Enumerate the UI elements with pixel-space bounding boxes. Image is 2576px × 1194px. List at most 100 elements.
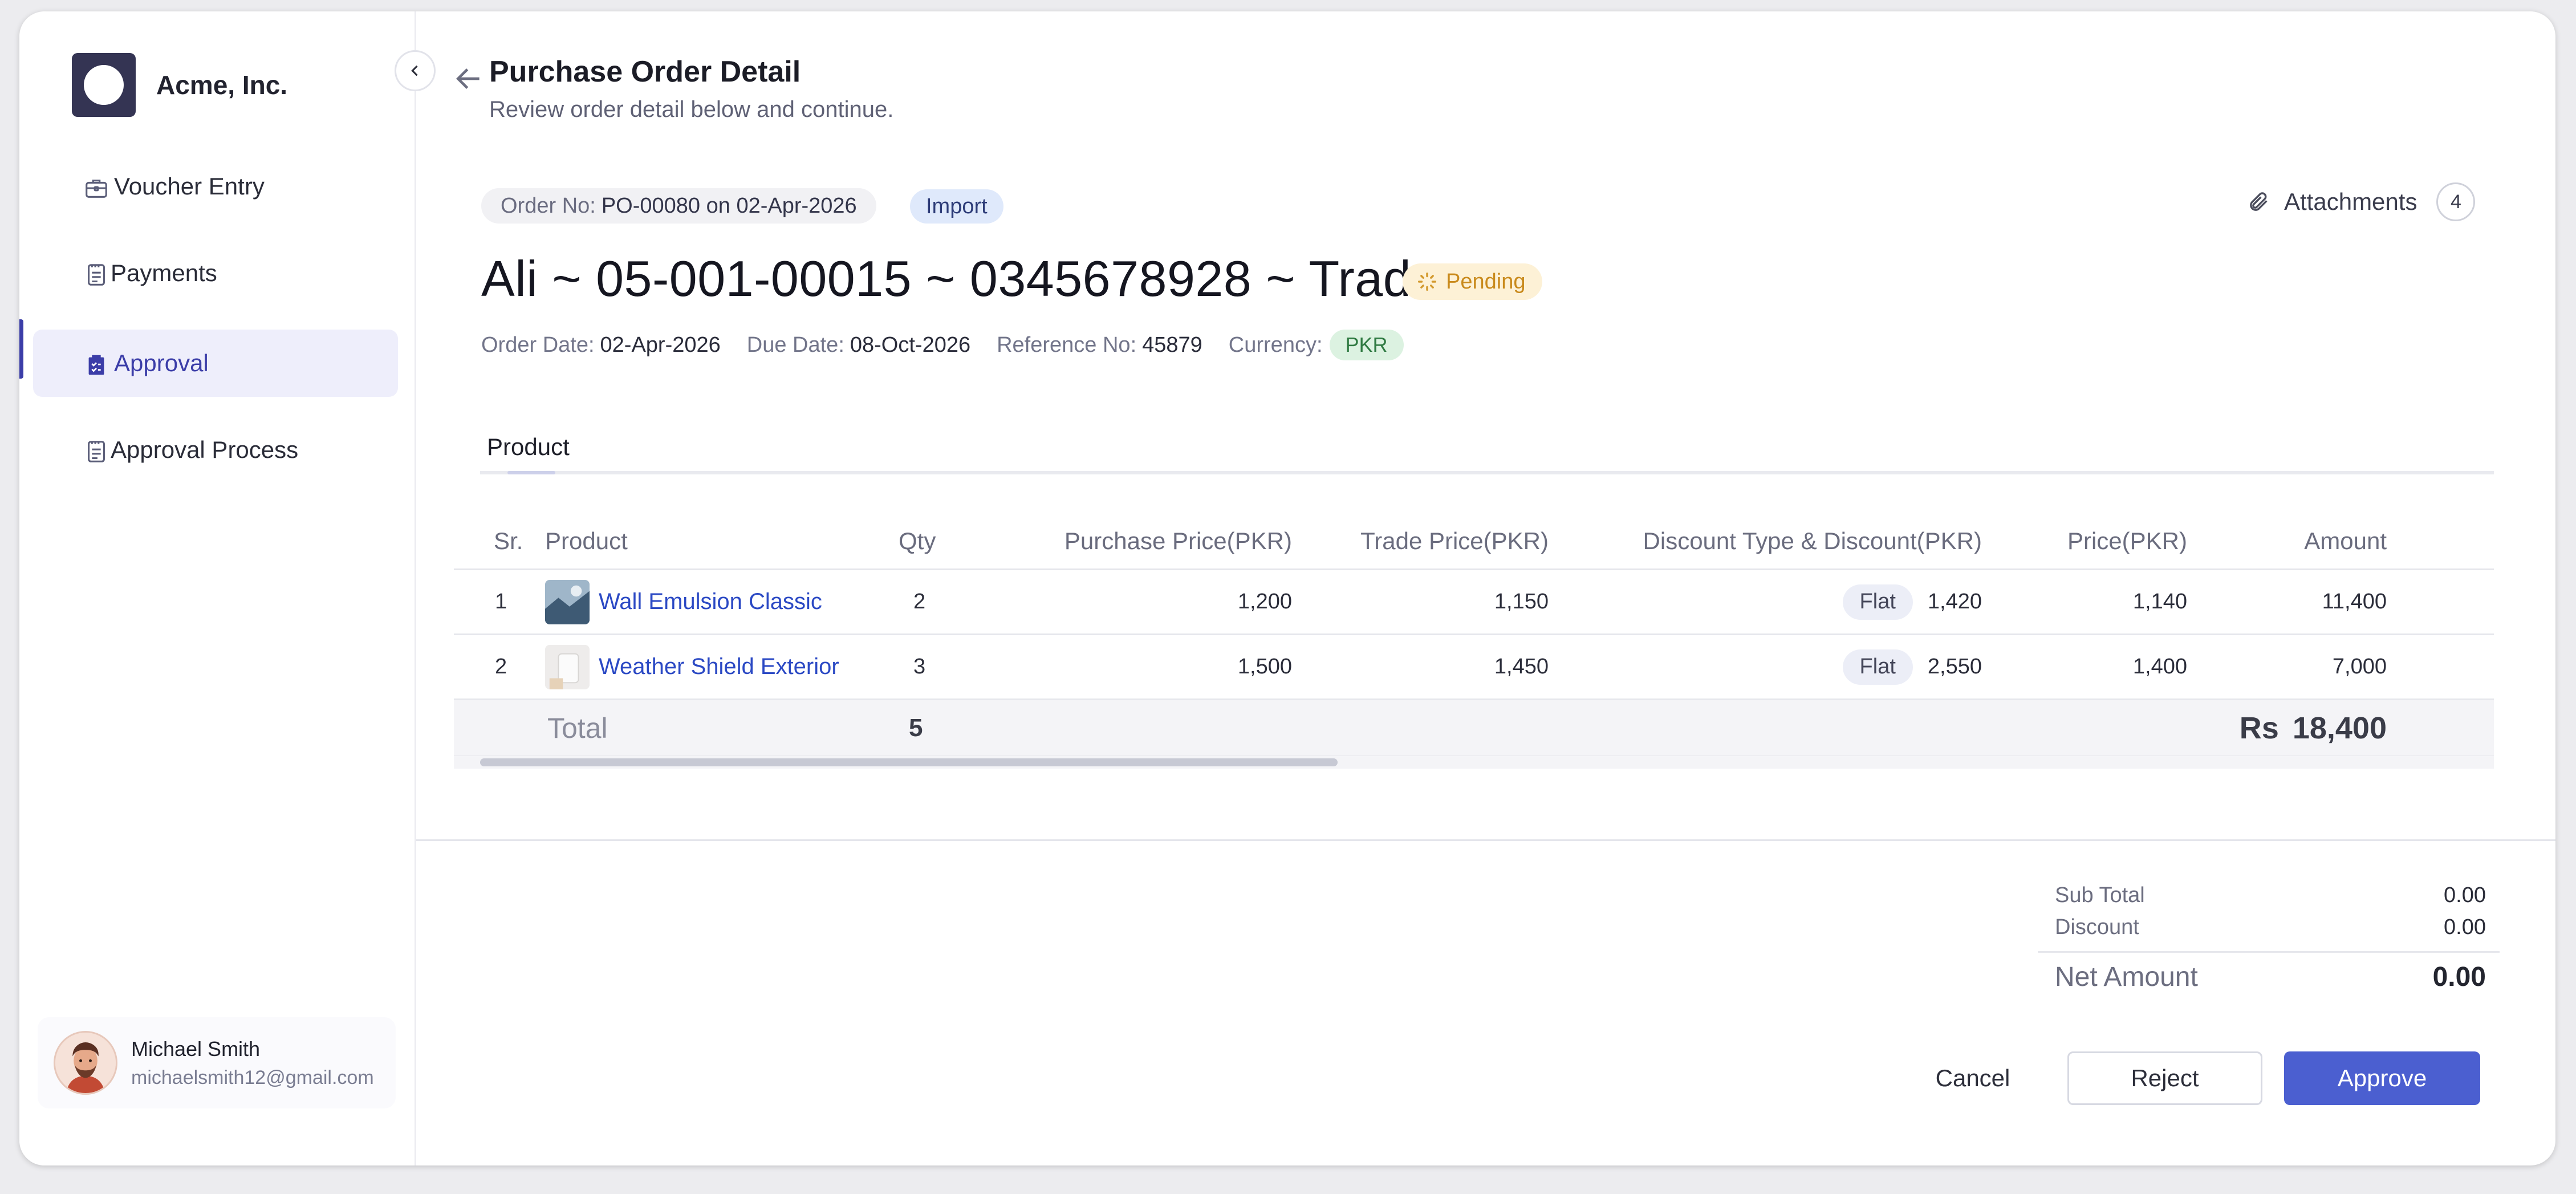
- total-amount: Rs 18,400: [2107, 700, 2387, 756]
- paperclip-icon: [2250, 192, 2268, 211]
- order-no-label: Order No:: [501, 193, 596, 218]
- horizontal-scrollbar[interactable]: [480, 758, 1338, 766]
- user-profile[interactable]: Michael Smith michaelsmith12@gmail.com: [38, 1017, 396, 1108]
- col-discount: Discount Type & Discount(PKR): [1643, 527, 1982, 554]
- cell-trade-price: 1,450: [1494, 655, 1549, 679]
- cell-product: Weather Shield Exterior: [545, 635, 839, 698]
- cancel-button[interactable]: Cancel: [1916, 1051, 2030, 1105]
- discount-total-value: 0.00: [2444, 915, 2486, 939]
- order-date-label: Order Date:: [481, 332, 595, 357]
- total-amount-value: 18,400: [2292, 710, 2387, 745]
- col-amount: Amount: [2304, 527, 2387, 554]
- sidebar-item-voucher-entry[interactable]: Voucher Entry: [33, 153, 398, 220]
- col-sr: Sr.: [494, 527, 523, 554]
- net-amount-label: Net Amount: [2055, 961, 2198, 992]
- col-trade-price: Trade Price(PKR): [1360, 527, 1549, 554]
- tab-underline: [480, 471, 2494, 474]
- order-no-value: PO-00080 on 02-Apr-2026: [601, 193, 857, 218]
- cell-price: 1,140: [2132, 590, 2187, 614]
- order-number-chip: Order No: PO-00080 on 02-Apr-2026: [481, 188, 876, 224]
- order-meta: Order Date: 02-Apr-2026 Due Date: 08-Oct…: [481, 330, 1404, 360]
- cell-qty: 2: [913, 590, 926, 614]
- sidebar-item-approval[interactable]: Approval: [33, 330, 398, 397]
- discount-type-badge: Flat: [1842, 584, 1913, 620]
- page-title: Purchase Order Detail: [489, 55, 801, 88]
- net-amount-row: Net Amount 0.00: [2038, 953, 2500, 1001]
- collapse-sidebar-button[interactable]: [395, 50, 436, 91]
- loader-icon: [1418, 273, 1436, 291]
- back-arrow-icon[interactable]: [453, 63, 485, 95]
- reference-label: Reference No:: [997, 332, 1137, 357]
- document-icon: [88, 441, 105, 462]
- sidebar-item-label: Approval: [114, 350, 209, 376]
- section-divider: [416, 839, 2555, 841]
- order-summary: Sub Total 0.00 Discount 0.00 Net Amount …: [2038, 879, 2500, 1001]
- cell-purchase-price: 1,500: [1237, 655, 1292, 679]
- product-thumbnail: [545, 644, 590, 689]
- cell-qty: 3: [913, 655, 926, 679]
- cell-discount: Flat 2,550: [1571, 635, 1982, 698]
- avatar: [54, 1031, 117, 1095]
- currency-label: Currency:: [1228, 332, 1323, 357]
- total-label: Total: [547, 712, 608, 744]
- discount-label: Discount: [2055, 915, 2139, 939]
- briefcase-icon: [86, 180, 107, 198]
- cell-sr: 1: [495, 590, 507, 614]
- product-link[interactable]: Wall Emulsion Classic: [599, 589, 822, 615]
- tab-active-indicator: [507, 471, 555, 474]
- user-name: Michael Smith: [131, 1037, 261, 1061]
- col-purchase-price: Purchase Price(PKR): [1064, 527, 1292, 554]
- net-amount-value: 0.00: [2432, 961, 2486, 992]
- document-icon: [88, 264, 105, 286]
- sidebar-item-approval-process[interactable]: Approval Process: [33, 416, 398, 484]
- order-type-badge: Import: [910, 189, 1003, 224]
- sub-total-value: 0.00: [2444, 883, 2486, 907]
- table-row: 2 Weather Shield Exterior 3 1,500 1,450 …: [454, 635, 2494, 700]
- sidebar-item-label: Payments: [111, 259, 217, 286]
- col-product: Product: [545, 527, 628, 554]
- attachments-label: Attachments: [2284, 188, 2417, 215]
- discount-row: Discount 0.00: [2038, 911, 2500, 943]
- reference-no: 45879: [1142, 332, 1202, 357]
- brand-logo: [72, 53, 136, 117]
- cell-purchase-price: 1,200: [1237, 590, 1292, 614]
- sidebar: Acme, Inc. Voucher Entry Payments Approv…: [19, 11, 416, 1165]
- clipboard-check-icon: [88, 355, 104, 375]
- product-table: Sr. Product Qty Purchase Price(PKR) Trad…: [454, 513, 2494, 757]
- product-link[interactable]: Weather Shield Exterior: [599, 654, 839, 680]
- approve-button[interactable]: Approve: [2284, 1051, 2480, 1105]
- order-date: 02-Apr-2026: [600, 332, 721, 357]
- active-indicator: [19, 319, 23, 379]
- attachments-button[interactable]: Attachments 4: [2248, 182, 2476, 221]
- brand: Acme, Inc.: [72, 53, 287, 117]
- chevron-left-icon: [411, 65, 418, 76]
- status-badge: Pending: [1403, 263, 1543, 300]
- discount-value: 1,420: [1927, 590, 1982, 614]
- col-price: Price(PKR): [2067, 527, 2187, 554]
- sidebar-item-payments[interactable]: Payments: [33, 239, 398, 307]
- sub-total-row: Sub Total 0.00: [2038, 879, 2500, 911]
- discount-value: 2,550: [1927, 655, 1982, 679]
- cell-price: 1,400: [2132, 655, 2187, 679]
- brand-name: Acme, Inc.: [156, 70, 288, 100]
- tab-product[interactable]: Product: [487, 433, 570, 461]
- user-email: michaelsmith12@gmail.com: [131, 1066, 374, 1089]
- discount-type-badge: Flat: [1842, 649, 1913, 685]
- app-window: Acme, Inc. Voucher Entry Payments Approv…: [19, 11, 2555, 1165]
- sidebar-item-label: Approval Process: [111, 436, 299, 463]
- currency-badge: PKR: [1329, 330, 1404, 360]
- reject-button[interactable]: Reject: [2067, 1051, 2262, 1105]
- cell-trade-price: 1,150: [1494, 590, 1549, 614]
- status-text: Pending: [1446, 269, 1526, 294]
- cell-amount: 11,400: [2322, 590, 2387, 614]
- table-header: Sr. Product Qty Purchase Price(PKR) Trad…: [454, 513, 2494, 570]
- main-content: Purchase Order Detail Review order detai…: [416, 11, 2555, 1165]
- cell-amount: 7,000: [2332, 655, 2387, 679]
- product-thumbnail: [545, 579, 590, 624]
- due-date-label: Due Date:: [746, 332, 844, 357]
- cell-discount: Flat 1,420: [1571, 570, 1982, 633]
- total-currency: Rs: [2239, 710, 2279, 745]
- cell-product: Wall Emulsion Classic: [545, 570, 822, 633]
- attachments-count: 4: [2436, 182, 2476, 221]
- total-qty: 5: [909, 713, 923, 742]
